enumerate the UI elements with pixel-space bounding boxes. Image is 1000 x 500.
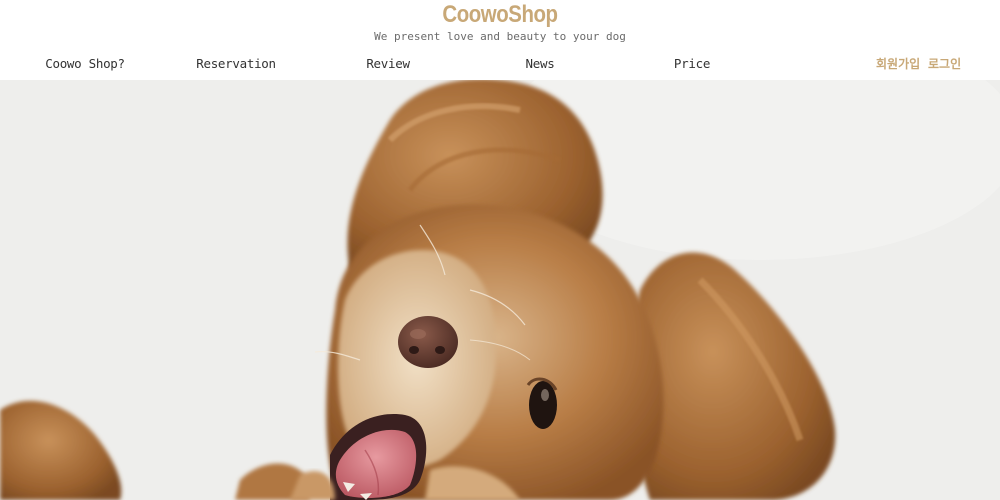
hero-banner: [0, 80, 1000, 500]
nav-item-review[interactable]: Review: [366, 56, 410, 71]
nav-item-news[interactable]: News: [526, 56, 555, 71]
nav-item-price[interactable]: Price: [674, 56, 710, 71]
site-tagline: We present love and beauty to your dog: [374, 30, 626, 43]
hero-dog-image: [0, 80, 1000, 500]
signup-link[interactable]: 회원가입: [876, 55, 920, 72]
nav-item-coowo-shop[interactable]: Coowo Shop?: [45, 56, 125, 71]
main-nav: Coowo Shop? Reservation Review News Pric…: [0, 56, 1000, 74]
page: CoowoShop We present love and beauty to …: [0, 0, 1000, 500]
login-link[interactable]: 로그인: [928, 55, 961, 72]
site-logo[interactable]: CoowoShop: [75, 1, 925, 29]
nav-item-reservation[interactable]: Reservation: [196, 56, 276, 71]
site-header: CoowoShop We present love and beauty to …: [0, 0, 1000, 80]
